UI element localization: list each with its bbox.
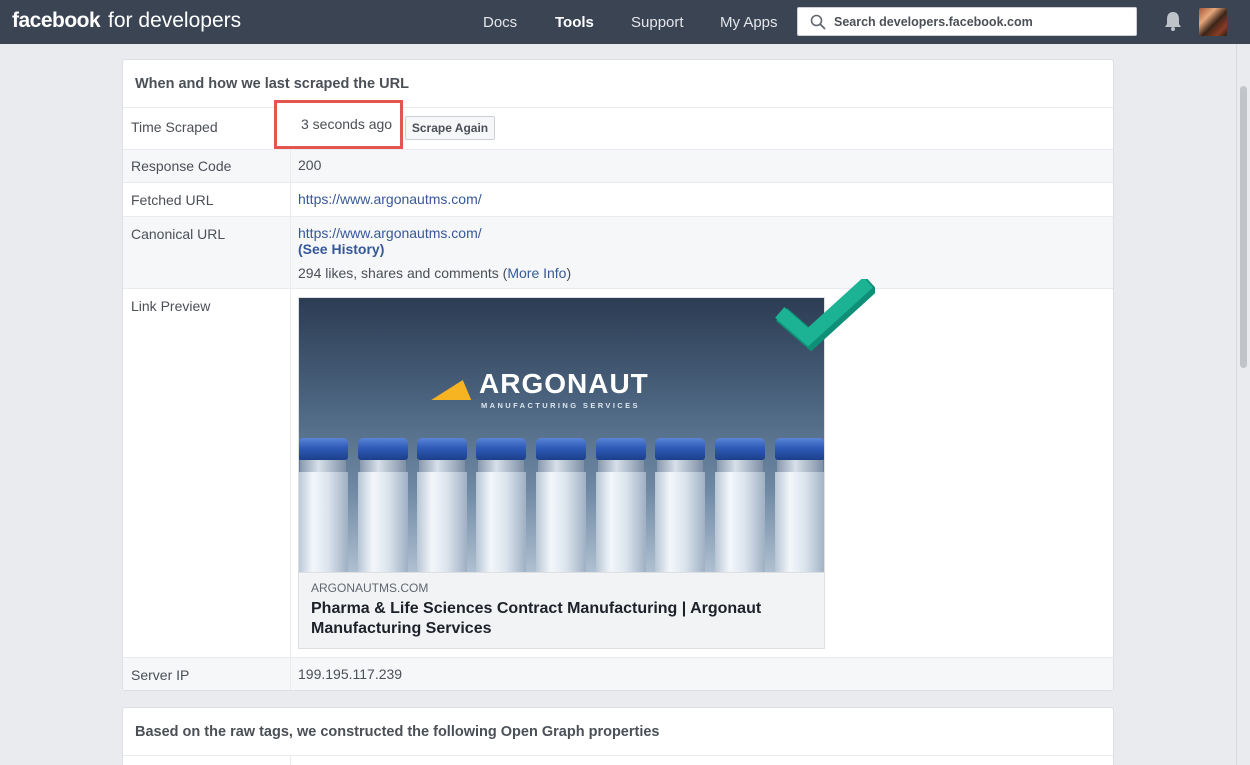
label-canonical-url: Canonical URL [131,226,226,242]
vial [299,438,349,572]
row-server-ip: Server IP 199.195.117.239 [123,657,1113,690]
label-time-scraped: Time Scraped [131,119,218,135]
column-divider [290,150,291,182]
time-scraped-highlight: 3 seconds ago [274,100,403,149]
column-divider [290,183,291,216]
vial [774,438,824,572]
engagement-count: 294 likes, shares and comments ( [298,265,508,281]
vial [714,438,766,572]
vial [357,438,409,572]
logo-word: ARGONAUT [479,368,649,399]
nav-tools[interactable]: Tools [555,14,594,31]
vial [475,438,527,572]
panel-title: Based on the raw tags, we constructed th… [135,724,660,740]
checkmark-icon [775,279,875,352]
scrollbar-thumb[interactable] [1240,86,1247,368]
row-og-first [123,755,1113,765]
nav-docs[interactable]: Docs [483,14,517,31]
open-graph-panel: Based on the raw tags, we constructed th… [122,707,1114,765]
preview-image: ARGONAUT MANUFACTURING SERVICES [299,298,824,572]
server-ip-value: 199.195.117.239 [298,666,403,682]
bell-icon[interactable] [1162,10,1184,32]
vial [416,438,468,572]
avatar[interactable] [1199,8,1227,36]
column-divider [290,658,291,690]
page-scrollbar[interactable] [1236,44,1250,765]
more-info-link[interactable]: More Info [507,265,566,281]
response-code-value: 200 [298,157,322,173]
logo-subtitle: MANUFACTURING SERVICES [481,401,640,410]
logo-triangle [431,380,483,400]
search-box[interactable] [797,7,1137,36]
label-response-code: Response Code [131,158,232,174]
vials-row [299,438,824,572]
panel-title: When and how we last scraped the URL [135,76,409,92]
see-history-link[interactable]: (See History) [298,241,384,257]
row-canonical-url: Canonical URL https://www.argonautms.com… [123,216,1113,288]
nav-support[interactable]: Support [631,14,684,31]
top-nav-bar: facebook for developers Docs Tools Suppo… [0,0,1250,44]
canonical-url-link[interactable]: https://www.argonautms.com/ [298,225,482,241]
column-divider [290,756,291,765]
vial [595,438,647,572]
label-link-preview: Link Preview [131,298,211,314]
nav-my-apps[interactable]: My Apps [720,14,778,31]
row-time-scraped: Time Scraped 3 seconds ago Scrape Again [123,100,1113,149]
row-fetched-url: Fetched URL https://www.argonautms.com/ [123,182,1113,216]
vial [654,438,706,572]
engagement-suffix: ) [566,265,572,281]
search-input[interactable] [834,12,1129,32]
preview-domain: ARGONAUTMS.COM [311,581,429,595]
brand-for-developers: for developers [108,9,242,32]
fetched-url-link[interactable]: https://www.argonautms.com/ [298,191,482,207]
vial [535,438,587,572]
link-preview-card[interactable]: ARGONAUT MANUFACTURING SERVICES ARGONAUT… [298,297,825,649]
engagement-text: 294 likes, shares and comments (More Inf… [298,265,571,281]
scrape-info-panel: When and how we last scraped the URL Tim… [122,59,1114,691]
row-response-code: Response Code 200 [123,149,1113,182]
argonaut-logo: ARGONAUT MANUFACTURING SERVICES [431,368,649,410]
label-server-ip: Server IP [131,667,190,683]
scrape-again-button[interactable]: Scrape Again [405,116,495,140]
row-link-preview: Link Preview ARGONAUT MANUFACTURING SERV… [123,279,1113,657]
search-icon [810,14,826,30]
column-divider [290,289,291,657]
preview-title: Pharma & Life Sciences Contract Manufact… [311,600,762,637]
label-fetched-url: Fetched URL [131,192,214,208]
column-divider [290,217,291,288]
brand-logo[interactable]: facebook for developers [12,9,241,33]
time-scraped-value: 3 seconds ago [301,116,393,132]
preview-info: ARGONAUTMS.COM Pharma & Life Sciences Co… [299,572,824,648]
brand-facebook: facebook [12,9,101,32]
